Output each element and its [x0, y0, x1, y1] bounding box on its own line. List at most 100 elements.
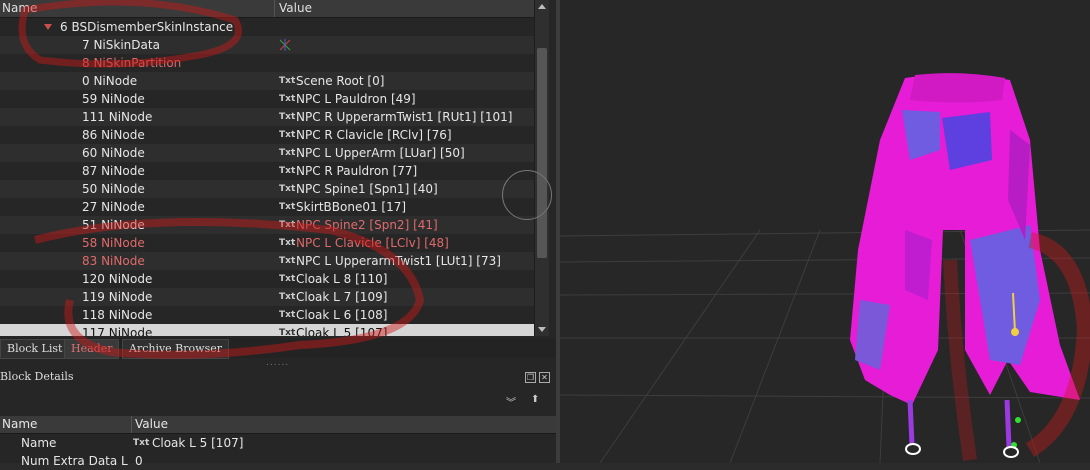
tree-row[interactable]: 87 NiNode Txt NPC R Pauldron [77]	[0, 162, 534, 180]
tree-row-name: 27 NiNode	[82, 200, 145, 214]
tree-row[interactable]: 8 NiSkinPartition	[0, 54, 534, 72]
details-key: Name	[21, 436, 57, 450]
block-tree[interactable]: 6 BSDismemberSkinInstance 7 NiSkinData 8 …	[0, 18, 534, 336]
txt-icon: Txt	[279, 148, 296, 158]
tab-archive-browser[interactable]: Archive Browser	[122, 339, 229, 359]
tab-header[interactable]: Header	[64, 339, 120, 359]
tree-row-value: NPC L UpperArm [LUar] [50]	[296, 146, 465, 160]
tree-header: Name Value	[0, 0, 534, 18]
txt-icon: Txt	[279, 256, 296, 266]
scroll-up-icon[interactable]	[538, 4, 546, 9]
name-column-header[interactable]: Name	[2, 1, 37, 15]
tree-row[interactable]: 58 NiNode Txt NPC L Clavicle [LClv] [48]	[0, 234, 534, 252]
tree-row-name: 50 NiNode	[82, 182, 145, 196]
details-value[interactable]: 0	[135, 452, 143, 470]
details-key: Num Extra Data L	[21, 454, 128, 468]
txt-icon: Txt	[279, 238, 296, 248]
tree-row[interactable]: 111 NiNode Txt NPC R UpperarmTwist1 [RUt1]…	[0, 108, 534, 126]
details-value[interactable]: Cloak L 5 [107]	[152, 434, 243, 452]
tree-row[interactable]: 51 NiNode Txt NPC Spine2 [Spn2] [41]	[0, 216, 534, 234]
tree-row[interactable]: 83 NiNode Txt NPC L UpperarmTwist1 [LUt1] …	[0, 252, 534, 270]
tree-scrollbar[interactable]	[534, 0, 549, 336]
viewport-scene	[560, 73, 1090, 463]
triangle-down-icon[interactable]	[44, 24, 52, 30]
tree-row-value: NPC R UpperarmTwist1 [RUt1] [101]	[296, 110, 513, 124]
txt-icon: Txt	[279, 130, 296, 140]
details-value-header[interactable]: Value	[135, 417, 168, 431]
tree-row-value: Cloak L 6 [108]	[296, 308, 388, 322]
axes-icon	[279, 39, 291, 51]
txt-icon: Txt	[279, 274, 296, 284]
tree-row-name: 120 NiNode	[82, 272, 153, 286]
column-separator[interactable]	[274, 0, 275, 17]
tree-row-name: 87 NiNode	[82, 164, 145, 178]
tree-row[interactable]: 60 NiNode Txt NPC L UpperArm [LUar] [50]	[0, 144, 534, 162]
tree-row-value: NPC Spine1 [Spn1] [40]	[296, 182, 438, 196]
tree-row-name: 83 NiNode	[82, 254, 145, 268]
tree-row-value: Scene Root [0]	[296, 74, 385, 88]
restore-icon[interactable]: ❐	[525, 372, 536, 383]
tree-row-name: 118 NiNode	[82, 308, 153, 322]
tree-row-name: 59 NiNode	[82, 92, 145, 106]
txt-icon: Txt	[279, 292, 296, 302]
txt-icon: Txt	[279, 328, 296, 336]
tab-block-list[interactable]: Block List	[0, 339, 70, 359]
panel-tabs: Block List Header Archive Browser	[0, 338, 556, 359]
txt-icon: Txt	[279, 220, 296, 230]
block-list-panel: Name Value 6 BSDismemberSkinInstance 7 N…	[0, 0, 556, 468]
tree-row[interactable]: 117 NiNode Txt Cloak L 5 [107]	[0, 324, 534, 336]
tree-row[interactable]: 27 NiNode Txt SkirtBBone01 [17]	[0, 198, 534, 216]
txt-icon: Txt	[279, 166, 296, 176]
tree-row-name: 60 NiNode	[82, 146, 145, 160]
tree-row-value: NPC Spine2 [Spn2] [41]	[296, 218, 438, 232]
tree-row-name: 117 NiNode	[82, 326, 153, 336]
tree-row-name: 58 NiNode	[82, 236, 145, 250]
up-arrow-icon[interactable]: ⬆	[531, 394, 539, 405]
txt-icon: Txt	[279, 76, 296, 86]
tree-row-value: SkirtBBone01 [17]	[296, 200, 407, 214]
tree-row-value: NPC R Clavicle [RClv] [76]	[296, 128, 452, 142]
tree-row-name: 8 NiSkinPartition	[82, 56, 182, 70]
tree-row[interactable]: 119 NiNode Txt Cloak L 7 [109]	[0, 288, 534, 306]
tree-row-name: 111 NiNode	[82, 110, 153, 124]
column-separator[interactable]	[131, 416, 132, 433]
tree-row[interactable]: 59 NiNode Txt NPC L Pauldron [49]	[0, 90, 534, 108]
txt-icon: Txt	[279, 112, 296, 122]
tree-row-name: 86 NiNode	[82, 128, 145, 142]
txt-icon: Txt	[279, 202, 296, 212]
double-chevron-down-icon[interactable]: ︾	[506, 394, 516, 409]
tree-row-value: NPC L UpperarmTwist1 [LUt1] [73]	[296, 254, 501, 268]
txt-icon: Txt	[133, 438, 150, 448]
tree-row-name: 0 NiNode	[82, 74, 138, 88]
tree-row-value: NPC R Pauldron [77]	[296, 164, 418, 178]
txt-icon: Txt	[279, 184, 296, 194]
tree-row-root[interactable]: 6 BSDismemberSkinInstance	[0, 18, 534, 36]
tree-row-value: Cloak L 8 [110]	[296, 272, 388, 286]
tree-row[interactable]: 7 NiSkinData	[0, 36, 534, 54]
tree-row[interactable]: 86 NiNode Txt NPC R Clavicle [RClv] [76]	[0, 126, 534, 144]
value-column-header[interactable]: Value	[279, 1, 312, 15]
tree-row-value: Cloak L 5 [107]	[296, 326, 388, 336]
dock-grip[interactable]: ......	[266, 358, 289, 368]
details-name-header[interactable]: Name	[2, 417, 37, 431]
render-viewport[interactable]	[560, 0, 1090, 463]
details-header: Name Value	[0, 416, 556, 434]
tree-row[interactable]: 120 NiNode Txt Cloak L 8 [110]	[0, 270, 534, 288]
details-row-extra-data[interactable]: Num Extra Data L 0	[0, 452, 556, 470]
scroll-thumb[interactable]	[537, 48, 547, 258]
txt-icon: Txt	[279, 94, 296, 104]
tree-row-name: 51 NiNode	[82, 218, 145, 232]
tree-row[interactable]: 0 NiNode Txt Scene Root [0]	[0, 72, 534, 90]
close-icon[interactable]: ✕	[539, 372, 550, 383]
txt-icon: Txt	[279, 310, 296, 320]
details-row-name[interactable]: Name Txt Cloak L 5 [107]	[0, 434, 556, 452]
tree-row-value: NPC L Pauldron [49]	[296, 92, 416, 106]
scroll-down-icon[interactable]	[538, 327, 546, 332]
tree-row-value: NPC L Clavicle [LClv] [48]	[296, 236, 449, 250]
touch-cursor-indicator	[502, 170, 552, 220]
tree-row-name: 7 NiSkinData	[82, 38, 160, 52]
tree-row-name: 119 NiNode	[82, 290, 153, 304]
tree-row-name: 6 BSDismemberSkinInstance	[60, 20, 234, 34]
tree-row[interactable]: 118 NiNode Txt Cloak L 6 [108]	[0, 306, 534, 324]
tree-row[interactable]: 50 NiNode Txt NPC Spine1 [Spn1] [40]	[0, 180, 534, 198]
